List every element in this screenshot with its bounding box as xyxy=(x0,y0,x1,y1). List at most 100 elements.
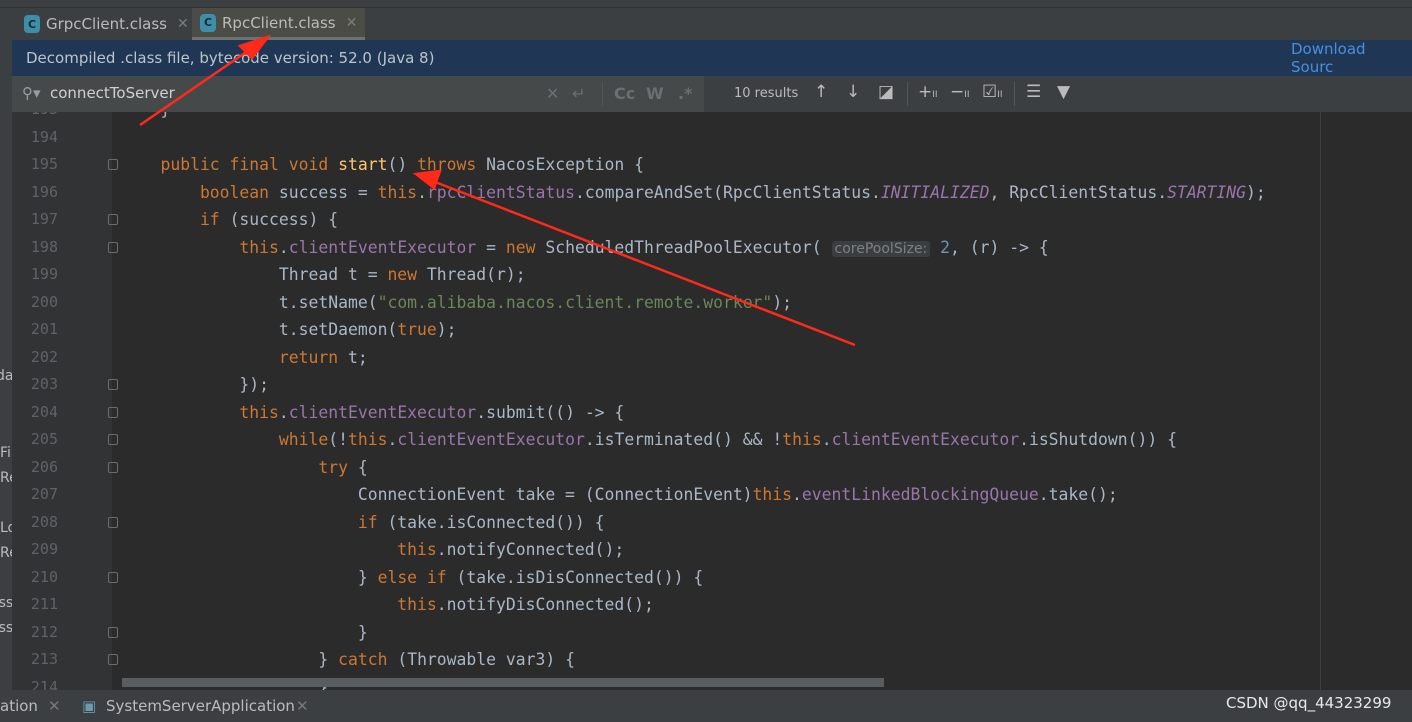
add-selection-icon[interactable]: +II xyxy=(918,82,938,102)
close-icon[interactable]: ✕ xyxy=(346,15,358,31)
code-token: = xyxy=(476,237,506,257)
fold-icon[interactable] xyxy=(108,516,118,528)
code-token: , (r) -> { xyxy=(950,237,1049,257)
divider xyxy=(1014,82,1015,106)
code-line[interactable]: 212 } xyxy=(12,619,1412,647)
close-icon[interactable]: ✕ xyxy=(177,16,189,32)
line-number: 212 xyxy=(30,622,58,641)
tab-grpcclient[interactable]: C GrpcClient.class ✕ xyxy=(16,8,197,40)
code-line[interactable]: 208 if (take.isConnected()) { xyxy=(12,509,1412,537)
code-line[interactable]: 197 if (success) { xyxy=(12,206,1412,234)
line-number: 214 xyxy=(30,677,58,691)
fold-icon[interactable] xyxy=(108,626,118,638)
code-line[interactable]: 203 }); xyxy=(12,371,1412,399)
code-line[interactable]: 207 ConnectionEvent take = (ConnectionEv… xyxy=(12,481,1412,509)
panel-fragment: Fi xyxy=(0,445,11,461)
filter-icon[interactable]: ▼ xyxy=(1057,82,1070,102)
code-line[interactable]: 195 public final void start() throws Nac… xyxy=(12,151,1412,179)
code-line[interactable]: 205 while(!this.clientEventExecutor.isTe… xyxy=(12,426,1412,454)
clear-icon[interactable]: ✕ xyxy=(546,84,559,103)
panel-fragment: ess xyxy=(0,595,12,611)
fold-icon[interactable] xyxy=(108,241,118,253)
remove-selection-icon[interactable]: −II xyxy=(950,82,970,102)
code-token: .notifyConnected(); xyxy=(436,540,625,559)
code-line[interactable]: 211 this.notifyDisConnected(); xyxy=(12,591,1412,619)
regex-button[interactable]: .* xyxy=(678,84,692,103)
fold-icon[interactable] xyxy=(108,654,118,665)
code-token: try xyxy=(121,457,358,477)
code-line[interactable]: 204 this.clientEventExecutor.submit(() -… xyxy=(12,399,1412,427)
code-text: try { xyxy=(121,454,367,482)
tab-label: GrpcClient.class xyxy=(46,15,167,33)
close-icon[interactable]: ✕ xyxy=(48,697,61,715)
horizontal-scrollbar[interactable] xyxy=(122,678,884,687)
code-token: clientEventExecutor xyxy=(397,430,585,449)
editor-tab-bar: C GrpcClient.class ✕ C RpcClient.class ✕ xyxy=(0,8,1412,40)
search-input[interactable]: ⚲▾ connectToServer ✕ ↵ Cc W .* xyxy=(12,76,704,112)
code-line[interactable]: 206 try { xyxy=(12,454,1412,482)
select-occurrences-icon[interactable]: ☑II xyxy=(982,82,1003,102)
code-text: while(!this.clientEventExecutor.isTermin… xyxy=(121,426,1177,454)
code-token: Thread t = xyxy=(121,265,388,284)
code-editor[interactable]: 193 } 194 195 public final void start() th… xyxy=(12,112,1412,690)
arrow-up-icon[interactable]: ↑ xyxy=(814,82,828,102)
code-line[interactable]: 199 Thread t = new Thread(r); xyxy=(12,261,1412,289)
code-token: } xyxy=(121,112,170,119)
code-line[interactable]: 198 this.clientEventExecutor = new Sched… xyxy=(12,234,1412,262)
code-line[interactable]: 201 t.setDaemon(true); xyxy=(12,316,1412,344)
close-icon[interactable]: ✕ xyxy=(296,697,309,715)
words-button[interactable]: W xyxy=(646,84,664,103)
code-token: while xyxy=(121,430,329,449)
fold-icon[interactable] xyxy=(108,571,118,583)
code-token: clientEventExecutor xyxy=(288,402,477,422)
code-token: . xyxy=(821,430,832,449)
code-token: this xyxy=(782,430,822,449)
code-line[interactable]: 202 return t; xyxy=(12,344,1412,372)
code-token: . xyxy=(387,430,398,449)
fold-icon[interactable] xyxy=(108,379,118,390)
code-token: catch xyxy=(338,650,398,669)
fold-icon[interactable] xyxy=(108,159,118,170)
code-text: }); xyxy=(121,371,269,399)
code-text: this.clientEventExecutor.submit(() -> { xyxy=(121,399,624,427)
banner-text: Decompiled .class file, bytecode version… xyxy=(26,49,435,67)
fold-icon[interactable] xyxy=(108,214,118,225)
search-icon[interactable]: ⚲▾ xyxy=(22,84,41,102)
code-token: rpcClientStatus xyxy=(426,182,575,202)
line-number: 199 xyxy=(30,265,58,283)
code-token: ScheduledThreadPoolExecutor( xyxy=(545,237,832,257)
code-token: (success) { xyxy=(229,210,339,229)
arrow-down-icon[interactable]: ↓ xyxy=(846,82,860,102)
code-token: } xyxy=(121,650,339,669)
code-token: .submit(() -> { xyxy=(476,402,625,422)
tab-rpcclient[interactable]: C RpcClient.class ✕ xyxy=(192,8,366,40)
code-line[interactable]: 193 } xyxy=(12,112,1412,124)
code-token: this xyxy=(377,182,418,202)
run-tab-partial[interactable]: ation xyxy=(0,697,38,715)
code-text: t.setDaemon(true); xyxy=(121,316,457,344)
select-all-occurrences-icon[interactable]: ◪ xyxy=(878,82,894,102)
line-number: 196 xyxy=(30,182,58,201)
code-line[interactable]: 213 } catch (Throwable var3) { xyxy=(12,646,1412,674)
fold-icon[interactable] xyxy=(108,434,118,445)
download-sources-link[interactable]: Download Sourc xyxy=(1291,40,1412,76)
panel-fragment: Lo xyxy=(0,520,12,536)
title-strip xyxy=(0,0,1412,8)
fold-icon[interactable] xyxy=(108,406,118,418)
code-line[interactable]: 209 this.notifyConnected(); xyxy=(12,536,1412,564)
code-token: new xyxy=(505,237,546,257)
code-line[interactable]: 194 xyxy=(12,124,1412,152)
panel-fragment: ess xyxy=(0,620,12,636)
code-text: t.setName("com.alibaba.nacos.client.remo… xyxy=(121,289,792,317)
filter-options-icon[interactable]: ☰ xyxy=(1026,82,1041,102)
code-line[interactable]: 200 t.setName("com.alibaba.nacos.client.… xyxy=(12,289,1412,317)
match-case-button[interactable]: Cc xyxy=(614,84,635,103)
fold-icon[interactable] xyxy=(108,461,118,473)
code-text: public final void start() throws NacosEx… xyxy=(121,151,644,179)
code-line[interactable]: 210 } else if (take.isDisConnected()) { xyxy=(12,564,1412,592)
run-tab-systemserver[interactable]: SystemServerApplication xyxy=(106,697,295,715)
new-line-icon[interactable]: ↵ xyxy=(572,84,585,103)
code-token: STARTING xyxy=(1167,182,1247,202)
code-token: }); xyxy=(121,375,270,394)
code-line[interactable]: 196 boolean success = this.rpcClientStat… xyxy=(12,179,1412,207)
